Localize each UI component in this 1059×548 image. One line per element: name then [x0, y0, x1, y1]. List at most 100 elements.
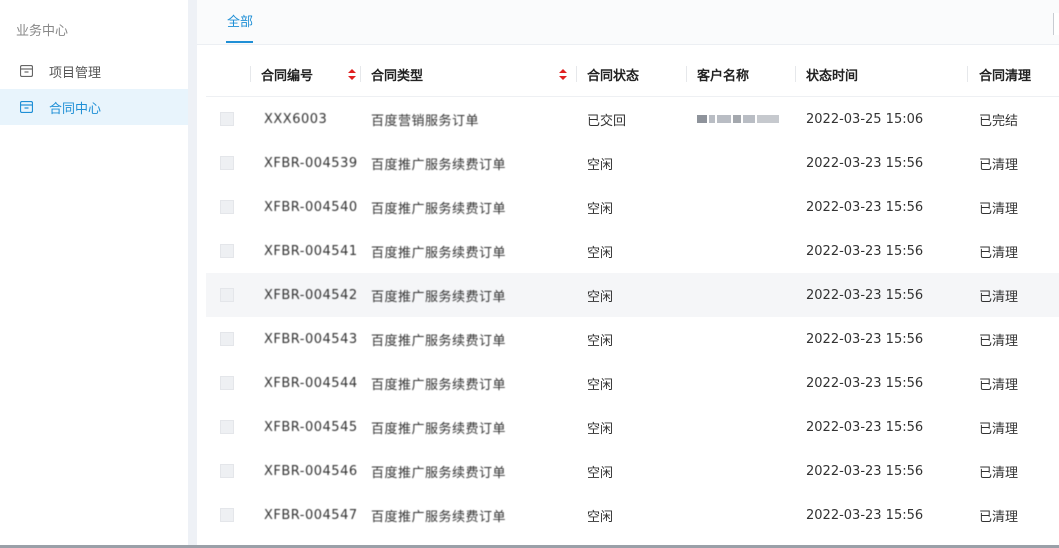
cell-status-time: 2022-03-23 15:56: [806, 375, 924, 391]
cell-contract-type: 百度推广服务续费订单: [371, 421, 507, 437]
row-checkbox[interactable]: [220, 464, 234, 478]
table-header: 合同编号 合同类型 合同状态 客户名称 状态时间 合同清理: [206, 52, 1059, 97]
row-checkbox[interactable]: [220, 508, 234, 522]
cell-contract-status: 空闲: [587, 201, 614, 217]
sidebar-item-project-management[interactable]: 项目管理: [0, 53, 188, 89]
cell-clearance: 已清理: [979, 509, 1019, 525]
column-header-clearance[interactable]: 合同清理: [979, 52, 1031, 96]
redacted-customer-name: [697, 115, 781, 123]
column-header-contract-status[interactable]: 合同状态: [587, 52, 639, 96]
cell-contract-no: XFBR-004539: [264, 155, 358, 171]
sidebar: 业务中心 项目管理 合同中心: [0, 0, 188, 548]
tab-all[interactable]: 全部: [227, 11, 253, 30]
row-checkbox[interactable]: [220, 200, 234, 214]
row-checkbox[interactable]: [220, 244, 234, 258]
table-row[interactable]: XFBR-004547 百度推广服务续费订单 空闲 2022-03-23 15:…: [206, 493, 1059, 537]
cell-status-time: 2022-03-23 15:56: [806, 507, 924, 523]
table-row[interactable]: XFBR-004542 百度推广服务续费订单 空闲 2022-03-23 15:…: [206, 273, 1059, 317]
column-header-label: 合同类型: [371, 68, 424, 84]
cell-status-time: 2022-03-23 15:56: [806, 243, 924, 259]
column-divider: [967, 66, 968, 82]
cell-status-time: 2022-03-25 15:06: [806, 111, 924, 127]
cell-status-time: 2022-03-23 15:56: [806, 463, 924, 479]
table-row[interactable]: XFBR-004544 百度推广服务续费订单 空闲 2022-03-23 15:…: [206, 361, 1059, 405]
sidebar-item-contract-center[interactable]: 合同中心: [0, 89, 188, 125]
column-header-status-time[interactable]: 状态时间: [806, 52, 858, 96]
cell-contract-no: XFBR-004543: [264, 331, 358, 347]
cell-contract-type: 百度推广服务续费订单: [371, 201, 507, 217]
cell-contract-status: 空闲: [587, 157, 614, 173]
cell-contract-status: 空闲: [587, 245, 614, 261]
cell-contract-type: 百度营销服务订单: [371, 113, 480, 129]
sidebar-item-label: 项目管理: [49, 65, 102, 81]
column-header-contract-no[interactable]: 合同编号: [261, 52, 356, 96]
cell-status-time: 2022-03-23 15:56: [806, 331, 924, 347]
column-header-contract-type[interactable]: 合同类型: [371, 52, 567, 96]
column-header-label: 合同编号: [261, 68, 314, 84]
cell-contract-status: 空闲: [587, 289, 614, 305]
cell-contract-type: 百度推广服务续费订单: [371, 465, 507, 481]
table-body: XXX6003 百度营销服务订单 已交回 2022-03-25 15:06 已完…: [206, 97, 1059, 537]
cell-contract-status: 空闲: [587, 333, 614, 349]
cell-contract-no: XFBR-004544: [264, 375, 358, 391]
cell-clearance: 已清理: [979, 201, 1019, 217]
cell-clearance: 已清理: [979, 333, 1019, 349]
cell-status-time: 2022-03-23 15:56: [806, 199, 924, 215]
cell-contract-type: 百度推广服务续费订单: [371, 245, 507, 261]
row-checkbox[interactable]: [220, 112, 234, 126]
cell-contract-no: XFBR-004547: [264, 507, 358, 523]
column-divider: [576, 66, 577, 82]
main-content: 全部 合同编号 合同类型 合同状态 客户名称 状态时间 合同清理 XXX6003…: [197, 0, 1059, 548]
cell-clearance: 已清理: [979, 421, 1019, 437]
cell-clearance: 已清理: [979, 465, 1019, 481]
cell-contract-type: 百度推广服务续费订单: [371, 333, 507, 349]
row-checkbox[interactable]: [220, 376, 234, 390]
table-row[interactable]: XFBR-004546 百度推广服务续费订单 空闲 2022-03-23 15:…: [206, 449, 1059, 493]
folder-icon: [17, 62, 35, 80]
cell-status-time: 2022-03-23 15:56: [806, 287, 924, 303]
column-divider: [250, 66, 251, 82]
column-divider: [686, 66, 687, 82]
table-row[interactable]: XFBR-004541 百度推广服务续费订单 空闲 2022-03-23 15:…: [206, 229, 1059, 273]
cell-customer: [697, 97, 781, 141]
cell-contract-no: XFBR-004545: [264, 419, 358, 435]
table-row[interactable]: XFBR-004545 百度推广服务续费订单 空闲 2022-03-23 15:…: [206, 405, 1059, 449]
column-header-customer[interactable]: 客户名称: [697, 52, 749, 96]
cell-contract-no: XFBR-004546: [264, 463, 358, 479]
cell-clearance: 已清理: [979, 157, 1019, 173]
tab-active-indicator: [226, 41, 253, 43]
table-row[interactable]: XFBR-004539 百度推广服务续费订单 空闲 2022-03-23 15:…: [206, 141, 1059, 185]
sort-icon[interactable]: [348, 68, 356, 80]
cell-contract-no: XFBR-004540: [264, 199, 358, 215]
row-checkbox[interactable]: [220, 156, 234, 170]
row-checkbox[interactable]: [220, 420, 234, 434]
folder-icon: [17, 98, 35, 116]
cell-contract-status: 空闲: [587, 421, 614, 437]
sidebar-item-label: 合同中心: [49, 101, 102, 117]
column-divider: [795, 66, 796, 82]
cell-contract-status: 已交回: [587, 113, 627, 129]
cell-contract-type: 百度推广服务续费订单: [371, 377, 507, 393]
sidebar-divider: [188, 0, 197, 548]
cell-clearance: 已完结: [979, 113, 1019, 129]
cell-clearance: 已清理: [979, 289, 1019, 305]
scrollbar[interactable]: [1053, 13, 1059, 35]
row-checkbox[interactable]: [220, 288, 234, 302]
cell-status-time: 2022-03-23 15:56: [806, 419, 924, 435]
cell-contract-status: 空闲: [587, 377, 614, 393]
cell-contract-no: XXX6003: [264, 111, 328, 127]
sidebar-title: 业务中心: [16, 24, 69, 39]
sort-icon[interactable]: [559, 68, 567, 80]
cell-contract-no: XFBR-004541: [264, 243, 358, 259]
table-row[interactable]: XFBR-004540 百度推广服务续费订单 空闲 2022-03-23 15:…: [206, 185, 1059, 229]
cell-contract-type: 百度推广服务续费订单: [371, 509, 507, 525]
table-row[interactable]: XFBR-004543 百度推广服务续费订单 空闲 2022-03-23 15:…: [206, 317, 1059, 361]
cell-contract-status: 空闲: [587, 509, 614, 525]
table-row[interactable]: XXX6003 百度营销服务订单 已交回 2022-03-25 15:06 已完…: [206, 97, 1059, 141]
cell-contract-type: 百度推广服务续费订单: [371, 289, 507, 305]
column-divider: [360, 66, 361, 82]
cell-contract-type: 百度推广服务续费订单: [371, 157, 507, 173]
cell-contract-no: XFBR-004542: [264, 287, 358, 303]
row-checkbox[interactable]: [220, 332, 234, 346]
cell-status-time: 2022-03-23 15:56: [806, 155, 924, 171]
